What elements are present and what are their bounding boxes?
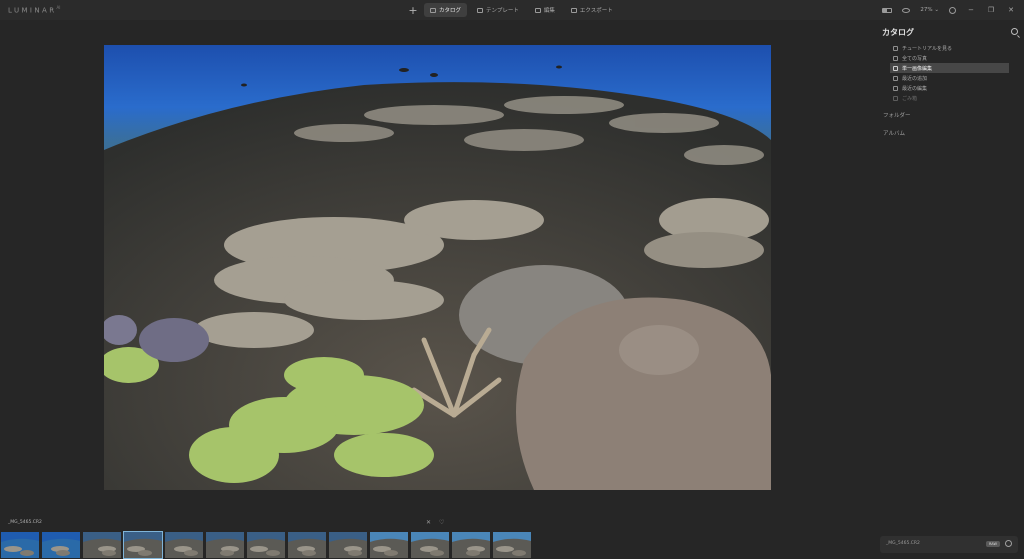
top-bar: LUMINARAI + カタログ テンプレート 編集 エクスポート 27% ⌄ …: [0, 0, 1024, 20]
tab-label: テンプレート: [486, 8, 519, 14]
zoom-level[interactable]: 27% ⌄: [920, 7, 939, 13]
recent-edit-icon: [893, 85, 898, 91]
thumbnail-image: [493, 532, 531, 558]
panel-title: カタログ: [882, 28, 914, 37]
tab-export[interactable]: エクスポート: [565, 3, 619, 17]
reject-icon[interactable]: ✕: [426, 519, 431, 526]
history-icon[interactable]: [949, 6, 956, 14]
tab-label: カタログ: [439, 8, 462, 14]
thumbnail-image: [411, 532, 449, 558]
recent-add-icon: [893, 75, 898, 81]
close-button[interactable]: ✕: [1006, 6, 1016, 14]
filmstrip-thumbnail[interactable]: [246, 531, 286, 559]
tutorial-icon: [893, 45, 898, 51]
filmstrip-thumbnail[interactable]: [82, 531, 122, 559]
catalog-panel: カタログ チュートリアルを見る 全ての写真 単一画像編集 最近の追加 最近の編集…: [878, 20, 1024, 559]
filmstrip-controls: ✕ ♡: [426, 519, 444, 526]
luminar-window: LUMINARAI + カタログ テンプレート 編集 エクスポート 27% ⌄ …: [0, 0, 1024, 559]
thumbnail-image: [1, 532, 39, 558]
filmstrip-thumbnail[interactable]: [492, 531, 532, 559]
tab-label: エクスポート: [579, 8, 613, 14]
catalog-item-tutorial[interactable]: チュートリアルを見る: [890, 43, 1009, 53]
raw-badge: RAW: [986, 541, 1000, 547]
thumbnail-image: [124, 532, 162, 558]
filmstrip-thumbnail[interactable]: [328, 531, 368, 559]
add-photos-button[interactable]: +: [406, 3, 420, 17]
filmstrip-thumbnail[interactable]: [0, 531, 40, 559]
tab-catalog[interactable]: カタログ: [424, 3, 468, 17]
thumbnail-image: [83, 532, 121, 558]
filmstrip-thumbnail[interactable]: [164, 531, 204, 559]
thumbnail-image: [329, 532, 367, 558]
filmstrip-thumbnail[interactable]: [451, 531, 491, 559]
heart-icon[interactable]: ♡: [439, 519, 444, 526]
catalog-item-recently-edited[interactable]: 最近の編集: [890, 83, 1009, 93]
filmstrip-thumbnail[interactable]: [369, 531, 409, 559]
filmstrip-thumbnail[interactable]: [41, 531, 81, 559]
templates-icon: [477, 7, 484, 13]
file-name: _MG_5465.CR2: [886, 541, 920, 546]
restore-button[interactable]: ❐: [986, 6, 996, 14]
catalog-icon: [430, 7, 436, 13]
thumbnail-image: [452, 532, 490, 558]
catalog-item-recently-added[interactable]: 最近の追加: [890, 73, 1009, 83]
filmstrip-thumbnail[interactable]: [287, 531, 327, 559]
catalog-list: チュートリアルを見る 全ての写真 単一画像編集 最近の追加 最近の編集 ごみ箱: [890, 43, 1009, 103]
thumbnail-image: [370, 532, 408, 558]
albums-section[interactable]: アルバム: [883, 129, 905, 137]
photos-icon: [893, 55, 898, 61]
folders-section[interactable]: フォルダー: [883, 111, 911, 119]
trash-icon: [893, 95, 898, 101]
search-icon[interactable]: [1011, 28, 1018, 35]
filmstrip-thumbnail[interactable]: [410, 531, 450, 559]
catalog-item-single-image-edit[interactable]: 単一画像編集: [890, 63, 1009, 73]
filmstrip-filename: _MG_5465.CR2: [8, 520, 42, 525]
view-controls: 27% ⌄ − ❐ ✕: [882, 4, 1016, 16]
tab-edit[interactable]: 編集: [529, 3, 561, 17]
info-icon[interactable]: [1005, 540, 1012, 547]
thumbnail-image: [288, 532, 326, 558]
app-logo: LUMINARAI: [8, 5, 61, 15]
catalog-item-trash[interactable]: ごみ箱: [890, 93, 1009, 103]
single-image-icon: [893, 65, 898, 71]
thumbnail-image: [165, 532, 203, 558]
filmstrip-thumbnail[interactable]: [123, 531, 163, 559]
minimize-button[interactable]: −: [966, 6, 976, 14]
compare-toggle-icon[interactable]: [882, 7, 893, 13]
thumbnail-image: [206, 532, 244, 558]
module-nav: + カタログ テンプレート 編集 エクスポート: [406, 2, 619, 18]
main-photo[interactable]: [104, 45, 771, 490]
tab-templates[interactable]: テンプレート: [471, 3, 525, 17]
thumbnail-image: [247, 532, 285, 558]
file-info-bar: _MG_5465.CR2 RAW: [880, 536, 1018, 553]
catalog-item-all-photos[interactable]: 全ての写真: [890, 53, 1009, 63]
filmstrip-thumbnail[interactable]: [205, 531, 245, 559]
edit-icon: [534, 7, 541, 13]
tab-label: 編集: [543, 8, 555, 14]
eye-icon[interactable]: [902, 7, 911, 13]
thumbnail-image: [42, 532, 80, 558]
export-icon: [570, 7, 577, 13]
filmstrip: [0, 531, 532, 559]
coral-reef-image: [104, 45, 771, 490]
